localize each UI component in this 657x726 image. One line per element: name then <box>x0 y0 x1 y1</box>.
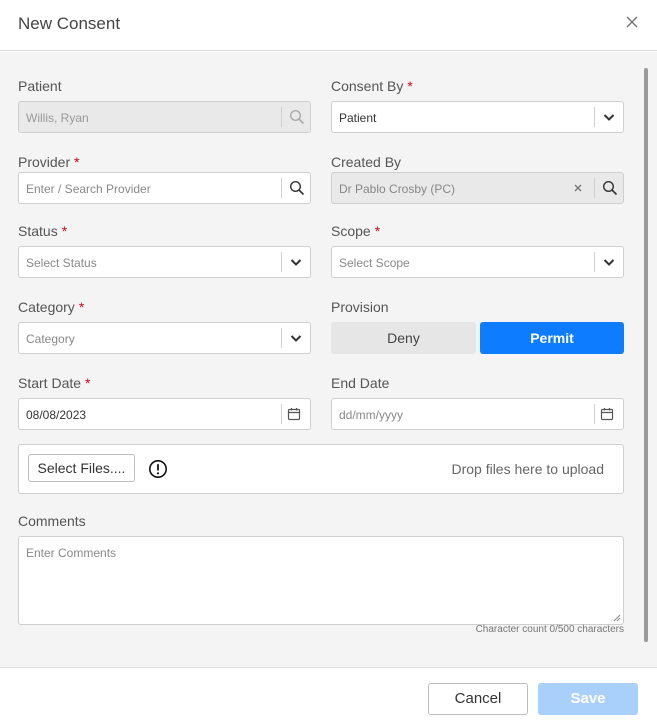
chevron-down-icon[interactable] <box>601 109 617 125</box>
dialog-header: New Consent <box>0 0 657 51</box>
end-date-label: End Date <box>331 375 390 391</box>
provider-placeholder: Enter / Search Provider <box>26 182 151 196</box>
cancel-button[interactable]: Cancel <box>428 683 528 715</box>
patient-field: Willis, Ryan <box>18 101 311 133</box>
close-icon[interactable] <box>623 13 641 31</box>
clear-icon[interactable] <box>570 180 586 196</box>
consent-by-select[interactable]: Patient <box>331 101 624 133</box>
created-by-value: Dr Pablo Crosby (PC) <box>339 182 456 196</box>
chevron-down-icon[interactable] <box>288 254 304 270</box>
character-count: Character count 0/500 characters <box>475 624 624 635</box>
status-select[interactable]: Select Status <box>18 246 311 278</box>
file-upload-zone[interactable]: Select Files.... Drop files here to uplo… <box>18 444 624 494</box>
save-button[interactable]: Save <box>538 683 638 715</box>
comments-label: Comments <box>18 513 86 529</box>
search-icon[interactable] <box>289 180 305 196</box>
start-date-label: Start Date * <box>18 375 91 391</box>
start-date-input[interactable]: 08/08/2023 <box>18 398 311 430</box>
created-by-label: Created By <box>331 154 402 170</box>
provider-label: Provider * <box>18 154 80 170</box>
created-by-field: Dr Pablo Crosby (PC) <box>331 172 624 204</box>
scope-placeholder: Select Scope <box>339 256 410 270</box>
chevron-down-icon[interactable] <box>601 254 617 270</box>
search-icon <box>289 109 305 125</box>
start-date-value: 08/08/2023 <box>26 408 87 422</box>
drop-files-text: Drop files here to upload <box>451 461 604 477</box>
end-date-input[interactable]: dd/mm/yyyy <box>331 398 624 430</box>
consent-by-value: Patient <box>339 111 377 125</box>
provision-deny-button[interactable]: Deny <box>331 322 476 354</box>
provision-permit-button[interactable]: Permit <box>480 322 624 354</box>
comments-placeholder: Enter Comments <box>26 546 117 560</box>
scope-label: Scope * <box>331 223 381 239</box>
patient-value: Willis, Ryan <box>26 111 89 125</box>
dialog-footer: Cancel Save <box>0 667 657 726</box>
category-select[interactable]: Category <box>18 322 311 354</box>
chevron-down-icon[interactable] <box>288 330 304 346</box>
category-placeholder: Category <box>26 332 75 346</box>
consent-by-label: Consent By * <box>331 78 413 94</box>
calendar-icon[interactable] <box>599 406 615 422</box>
end-date-placeholder: dd/mm/yyyy <box>339 408 404 422</box>
search-icon[interactable] <box>602 180 618 196</box>
category-label: Category * <box>18 299 85 315</box>
provision-label: Provision <box>331 299 389 315</box>
patient-label: Patient <box>18 78 62 94</box>
info-icon[interactable] <box>148 459 168 479</box>
calendar-icon[interactable] <box>286 406 302 422</box>
status-label: Status * <box>18 223 68 239</box>
dialog-title: New Consent <box>18 14 121 33</box>
resize-handle-icon[interactable] <box>613 614 621 622</box>
comments-textarea[interactable]: Enter Comments <box>18 536 624 625</box>
provider-input[interactable]: Enter / Search Provider <box>18 172 311 204</box>
status-placeholder: Select Status <box>26 256 97 270</box>
select-files-button[interactable]: Select Files.... <box>28 454 135 482</box>
scope-select[interactable]: Select Scope <box>331 246 624 278</box>
scrollbar[interactable] <box>644 68 648 642</box>
